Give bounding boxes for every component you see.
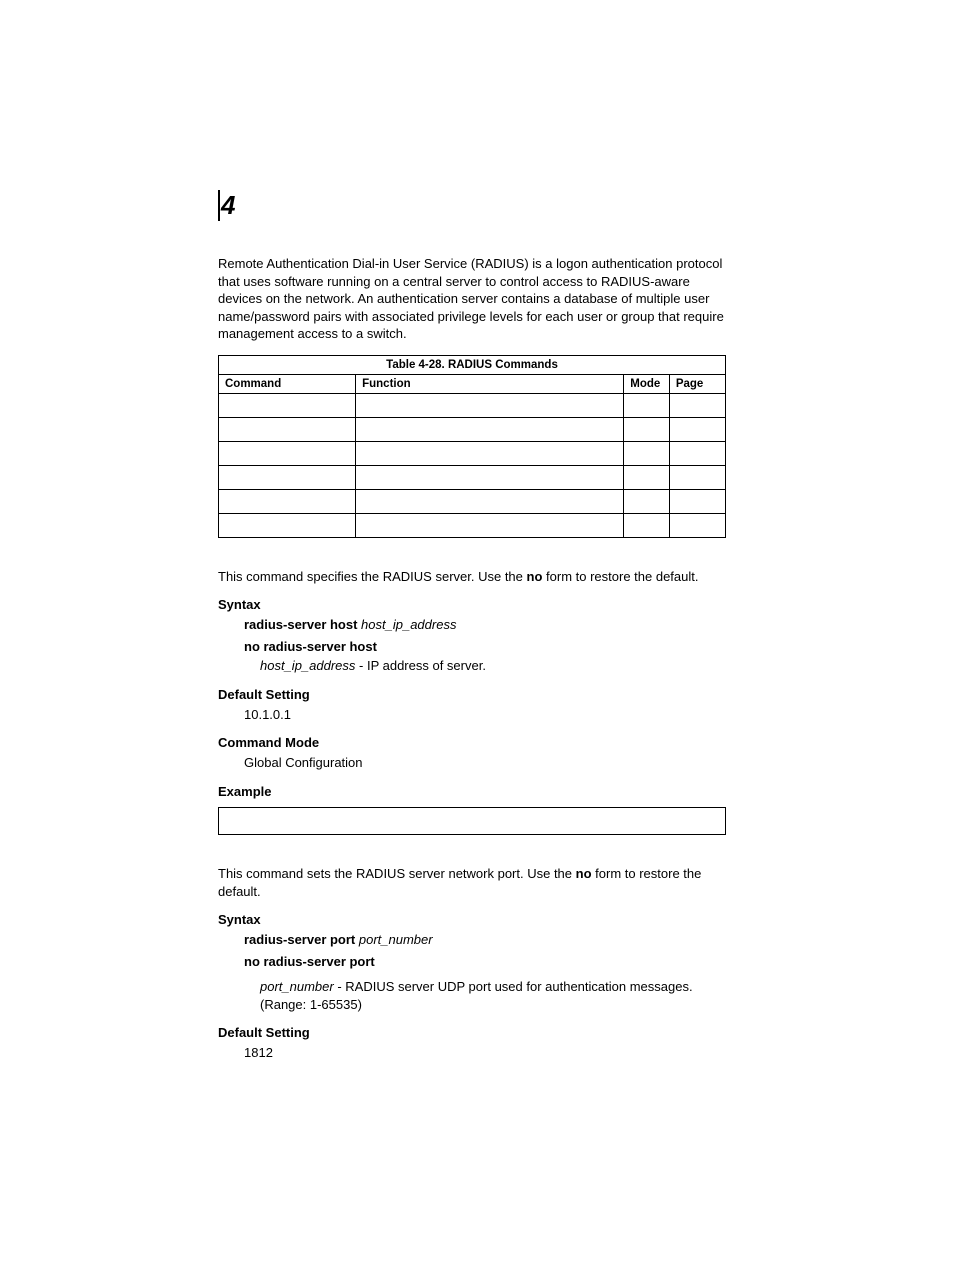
table-header-row: Command Function Mode Page (219, 375, 725, 394)
col-header-page: Page (669, 375, 725, 394)
host-description: This command specifies the RADIUS server… (218, 568, 726, 586)
table-row (219, 417, 725, 441)
default-setting-heading: Default Setting (218, 687, 726, 702)
command-mode-heading: Command Mode (218, 735, 726, 750)
syntax-arg-desc: host_ip_address - IP address of server. (260, 657, 726, 675)
syntax-heading: Syntax (218, 597, 726, 612)
table-row (219, 465, 725, 489)
syntax-heading: Syntax (218, 912, 726, 927)
port-description: This command sets the RADIUS server netw… (218, 865, 726, 900)
syntax-line-2: no radius-server port (244, 953, 726, 971)
col-header-command: Command (219, 375, 356, 394)
table-row (219, 393, 725, 417)
default-setting-value: 1812 (244, 1044, 726, 1062)
default-setting-value: 10.1.0.1 (244, 706, 726, 724)
syntax-line-1: radius-server host host_ip_address (244, 616, 726, 634)
default-setting-heading: Default Setting (218, 1025, 726, 1040)
table-row (219, 441, 725, 465)
chapter-number-badge: 4 (218, 190, 234, 221)
syntax-arg-desc: port_number - RADIUS server UDP port use… (260, 978, 726, 1013)
radius-commands-table: Table 4-28. RADIUS Commands Command Func… (218, 355, 726, 538)
table-row (219, 513, 725, 537)
col-header-function: Function (356, 375, 624, 394)
example-box (218, 807, 726, 835)
intro-paragraph: Remote Authentication Dial-in User Servi… (218, 255, 726, 343)
table-title: Table 4-28. RADIUS Commands (219, 356, 725, 375)
example-heading: Example (218, 784, 726, 799)
col-header-mode: Mode (624, 375, 670, 394)
syntax-line-2: no radius-server host (244, 638, 726, 656)
command-mode-value: Global Configuration (244, 754, 726, 772)
syntax-line-1: radius-server port port_number (244, 931, 726, 949)
table-row (219, 489, 725, 513)
